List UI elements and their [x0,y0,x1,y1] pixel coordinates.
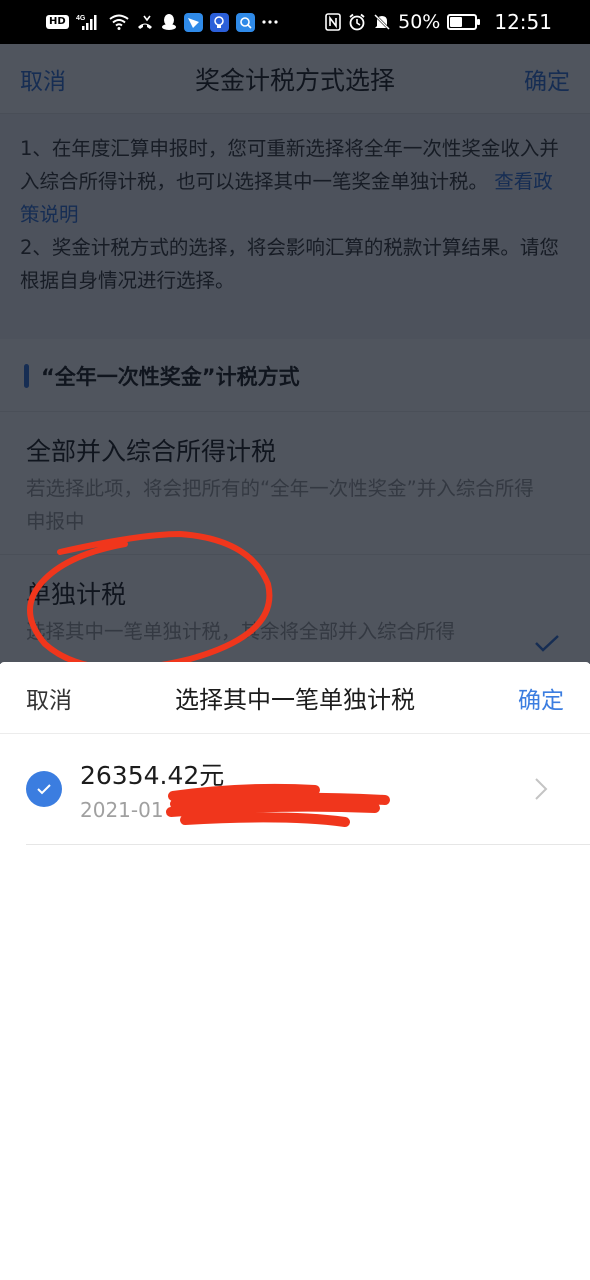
wifi-icon [109,14,129,30]
sheet-cancel-button[interactable]: 取消 [26,681,72,715]
battery-percent: 50% [398,11,441,33]
record-body: 26354.42元 2021-01 [80,756,534,822]
sheet-confirm-button[interactable]: 确定 [518,681,564,715]
svg-text:4G: 4G [76,15,86,22]
selected-check-icon[interactable] [26,771,62,807]
bonus-record-item[interactable]: 26354.42元 2021-01 [0,734,590,844]
modal-overlay[interactable] [0,44,590,664]
missed-call-icon [136,14,154,30]
mute-icon [373,13,391,31]
status-bar: HD 4G 50% 12:51 [0,0,590,44]
sheet-title: 选择其中一笔单独计税 [175,686,415,714]
hd-icon: HD [46,15,69,29]
bottom-sheet: 取消 选择其中一笔单独计税 确定 26354.42元 2021-01 [0,662,590,1280]
app-feishu-icon [183,12,203,32]
clock: 12:51 [494,10,552,34]
status-bar-right: 50% 12:51 [325,10,552,34]
battery-level [450,17,463,27]
battery-icon [447,14,481,30]
app-bulb-icon [209,12,229,32]
more-dots-icon [262,20,278,24]
alarm-icon [348,13,366,31]
sheet-header: 取消 选择其中一笔单独计税 确定 [0,662,590,734]
record-amount: 26354.42元 [80,761,225,790]
app-search-icon [235,12,255,32]
signal-4g-icon: 4G [76,13,102,31]
nfc-icon [325,13,341,31]
chevron-right-icon[interactable] [534,777,548,801]
record-date: 2021-01 [80,798,164,822]
record-divider [26,844,590,845]
status-bar-left: HD 4G [46,12,278,32]
qq-icon [161,13,177,31]
